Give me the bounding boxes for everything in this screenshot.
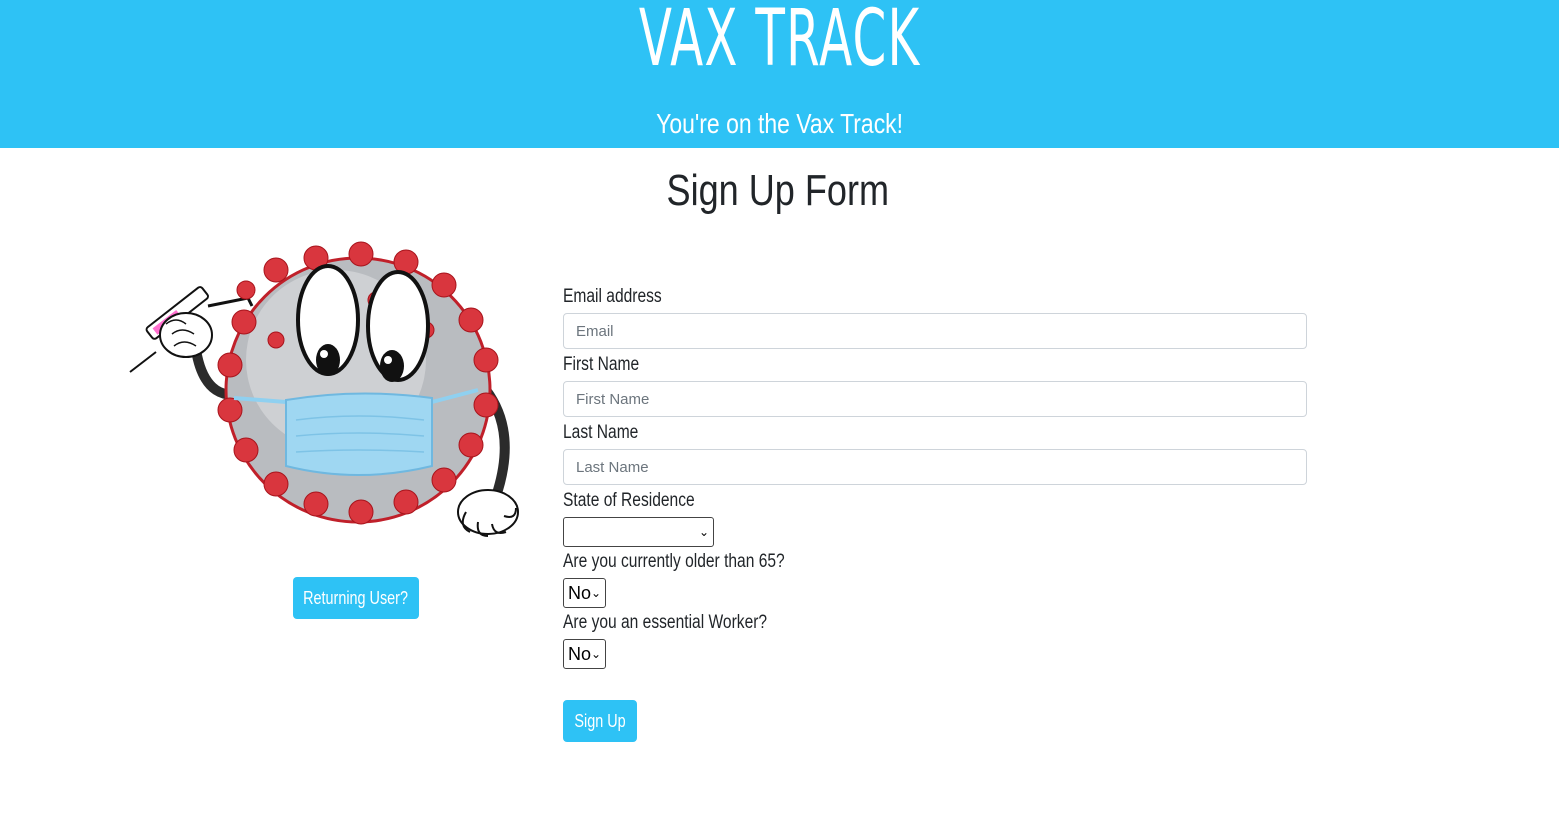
- header-banner: VAX TRACK You're on the Vax Track!: [0, 0, 1559, 148]
- right-glove-icon: [457, 489, 519, 537]
- chevron-down-icon: ⌄: [591, 647, 602, 661]
- brand-title: VAX TRACK: [638, 0, 921, 84]
- returning-user-button[interactable]: Returning User?: [293, 577, 419, 619]
- sign-up-label: Sign Up: [574, 710, 626, 731]
- first-name-label: First Name: [563, 354, 640, 375]
- last-name-label: Last Name: [563, 422, 639, 443]
- state-select[interactable]: ⌄: [563, 517, 714, 547]
- essential-worker-select-value: No: [568, 643, 592, 664]
- virus-mascot-icon: [129, 241, 519, 537]
- older-65-select-value: No: [568, 582, 592, 603]
- older-65-label: Are you currently older than 65?: [563, 551, 785, 572]
- email-field[interactable]: [563, 313, 1307, 349]
- first-name-field[interactable]: [563, 381, 1307, 417]
- sign-up-button[interactable]: Sign Up: [563, 700, 637, 742]
- state-label: State of Residence: [563, 490, 695, 511]
- last-name-field[interactable]: [563, 449, 1307, 485]
- essential-worker-label: Are you an essential Worker?: [563, 612, 768, 633]
- tagline: You're on the Vax Track!: [656, 108, 904, 139]
- chevron-down-icon: ⌄: [591, 586, 602, 600]
- page-title: Sign Up Form: [666, 166, 890, 215]
- essential-worker-select[interactable]: No ⌄: [563, 639, 606, 669]
- chevron-down-icon: ⌄: [698, 525, 709, 539]
- left-glove-icon: [159, 312, 213, 358]
- older-65-select[interactable]: No ⌄: [563, 578, 606, 608]
- email-label: Email address: [563, 286, 662, 307]
- returning-user-label: Returning User?: [303, 587, 409, 608]
